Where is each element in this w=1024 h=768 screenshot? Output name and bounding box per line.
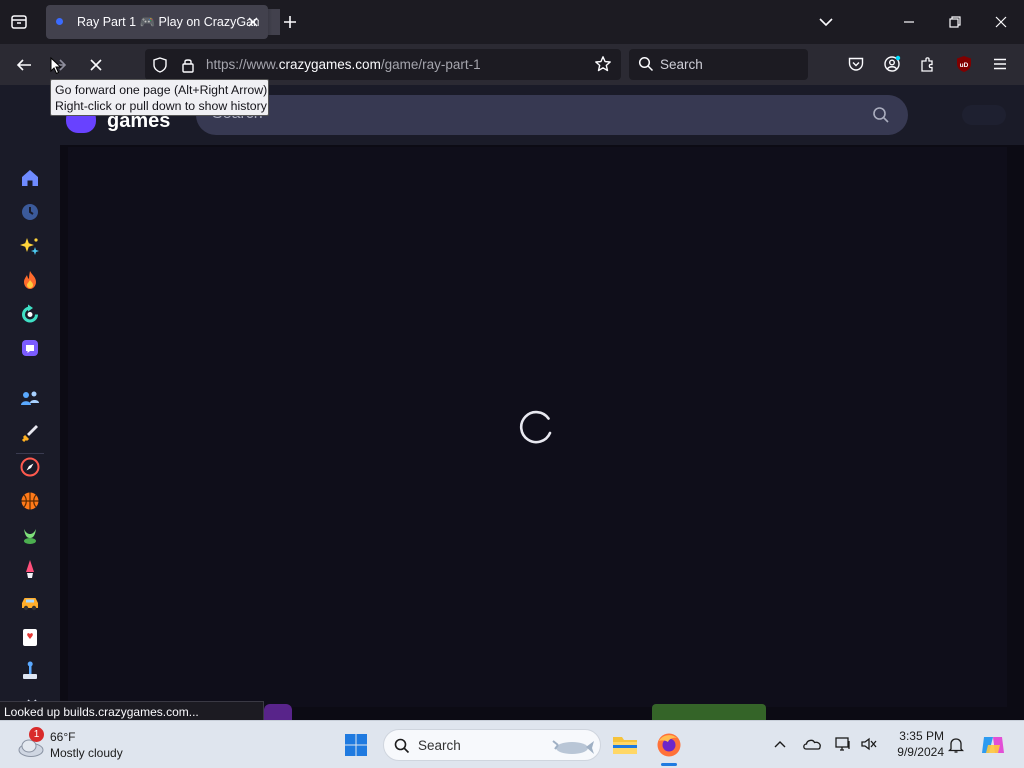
search-highlight-whale-icon (550, 735, 596, 757)
display-network-icon[interactable] (834, 735, 852, 753)
trending-fire-icon[interactable] (19, 269, 41, 291)
url-prefix: https://www. (206, 57, 279, 72)
weather-temperature: 66°F (50, 730, 76, 744)
copilot-icon[interactable] (980, 733, 1006, 757)
recent-icon[interactable] (19, 201, 41, 223)
clicker-icon[interactable] (19, 524, 41, 546)
forward-button-tooltip: Go forward one page (Alt+Right Arrow) Ri… (50, 79, 269, 116)
account-icon[interactable] (883, 55, 901, 73)
file-explorer-icon[interactable] (612, 733, 638, 757)
firefox-running-indicator (661, 763, 677, 766)
clock-date[interactable]: 9/9/2024 (886, 745, 944, 759)
weather-alert-badge: 1 (29, 727, 44, 742)
extensions-icon[interactable] (919, 55, 937, 73)
close-window-icon[interactable] (992, 13, 1010, 31)
stop-loading-button[interactable] (83, 52, 109, 78)
page-footer-green-button (652, 704, 766, 721)
controller-icon[interactable] (19, 660, 41, 682)
taskbar-search-icon (394, 738, 410, 754)
adventure-compass-icon[interactable] (19, 456, 41, 478)
tab-close-icon[interactable] (244, 13, 262, 31)
new-sparkle-icon[interactable] (19, 235, 41, 257)
lock-icon[interactable] (179, 56, 197, 74)
onedrive-cloud-icon[interactable] (802, 736, 822, 752)
browser-search-box[interactable]: Search (629, 49, 808, 80)
io-icon[interactable] (19, 558, 41, 580)
url-bar[interactable]: https://www.crazygames.com/game/ray-part… (145, 49, 621, 80)
tab-title: Ray Part 1 🎮 Play on CrazyGames (77, 15, 259, 29)
pocket-icon[interactable] (847, 55, 865, 73)
url-host: crazygames.com (278, 57, 381, 72)
windows-start-icon[interactable] (345, 734, 367, 756)
bookmark-star-icon[interactable] (594, 55, 612, 73)
ublock-origin-icon[interactable]: uD (955, 55, 973, 73)
mouse-cursor-icon (50, 57, 62, 75)
ublock-badge-text: uD (960, 62, 969, 69)
minimize-icon[interactable] (900, 13, 918, 31)
tab-overflow-chevron-icon[interactable] (817, 13, 835, 31)
multiplayer-icon[interactable] (19, 388, 41, 410)
restore-icon[interactable] (946, 13, 964, 31)
tooltip-line-2: Right-click or pull down to show history (55, 99, 267, 113)
list-all-tabs-icon[interactable] (10, 13, 28, 31)
tab-strip: Ray Part 1 🎮 Play on CrazyGames (0, 0, 1024, 44)
loading-spinner-icon (517, 406, 555, 444)
login-button[interactable] (962, 105, 1006, 125)
notification-bell-icon[interactable] (948, 736, 964, 754)
site-search-input[interactable]: Search (196, 95, 908, 135)
weather-description: Mostly cloudy (50, 746, 123, 760)
taskbar-search-placeholder: Search (418, 738, 461, 753)
card-icon[interactable] (19, 626, 41, 648)
home-icon[interactable] (19, 167, 41, 189)
tab-active[interactable]: Ray Part 1 🎮 Play on CrazyGames (46, 5, 280, 39)
firefox-taskbar-icon[interactable] (656, 732, 682, 758)
windows-taskbar: 1 66°F Mostly cloudy Search 3:35 PM 9/9/… (0, 720, 1024, 768)
tracking-protection-shield-icon[interactable] (151, 56, 169, 74)
page-footer-purple-element (264, 704, 292, 721)
status-bar: Looked up builds.crazygames.com... (0, 701, 264, 721)
url-text[interactable]: https://www.crazygames.com/game/ray-part… (206, 57, 481, 72)
search-icon (638, 56, 654, 72)
car-icon[interactable] (19, 592, 41, 614)
volume-muted-icon[interactable] (860, 736, 878, 752)
back-button[interactable] (11, 52, 37, 78)
app-menu-hamburger-icon[interactable] (991, 55, 1009, 73)
browser-search-placeholder: Search (660, 57, 703, 72)
site-search-icon[interactable] (872, 106, 890, 124)
updated-icon[interactable] (19, 303, 41, 325)
new-tab-icon[interactable] (281, 13, 299, 31)
tooltip-line-1: Go forward one page (Alt+Right Arrow) (55, 83, 268, 97)
url-path: /game/ray-part-1 (380, 57, 481, 72)
taskbar-search-box[interactable]: Search (383, 729, 601, 761)
show-hidden-icons-chevron-icon[interactable] (773, 738, 787, 752)
tab-loading-icon (56, 18, 63, 25)
action-sword-icon[interactable] (19, 422, 41, 444)
basketball-icon[interactable] (19, 490, 41, 512)
site-sidebar (0, 145, 60, 720)
sidebar-divider (16, 453, 44, 454)
clock-time[interactable]: 3:35 PM (892, 729, 944, 743)
web-page: games Search (0, 85, 1024, 720)
originals-icon[interactable] (19, 337, 41, 359)
